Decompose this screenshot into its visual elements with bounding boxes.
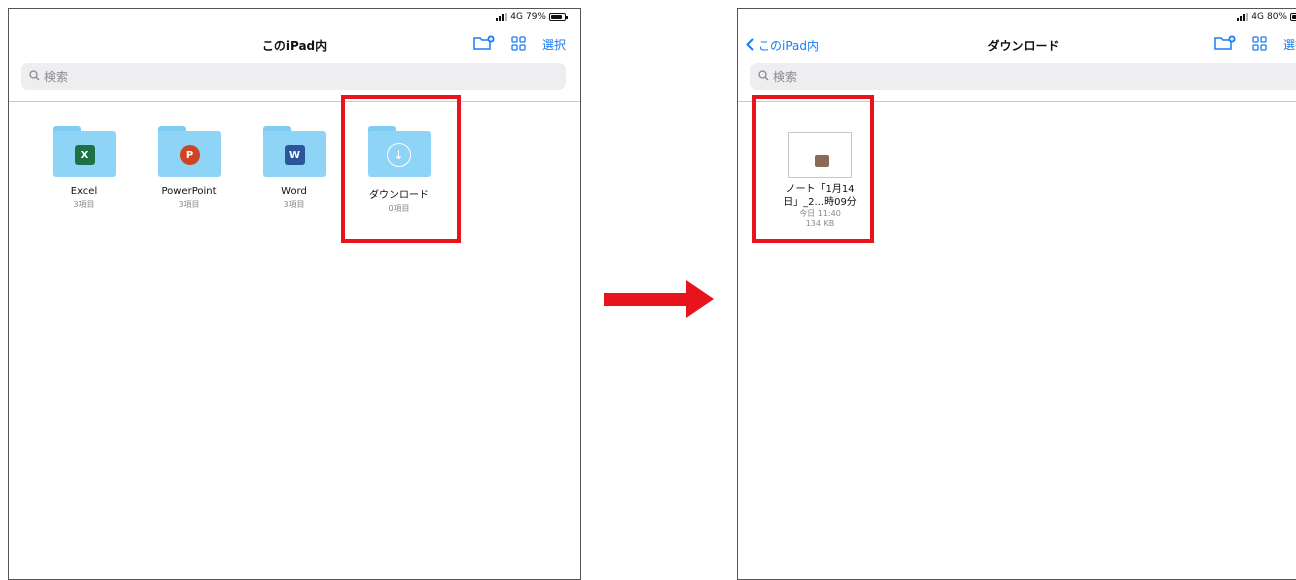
search-field[interactable]: 検索 [21,63,566,90]
word-icon: W [284,145,305,165]
folder-powerpoint[interactable]: P PowerPoint 3項目 [141,124,237,210]
folder-icon: W [262,126,326,177]
folder-excel[interactable]: X Excel 3項目 [36,124,132,210]
folder-count: 3項目 [73,200,95,209]
search-placeholder: 検索 [773,70,798,84]
folder-icon: P [157,126,221,177]
folder-grid: X Excel 3項目 P PowerPoint 3項目 W Word 3項目 … [9,124,580,244]
folder-name: PowerPoint [161,186,217,197]
network-label: 4G [1251,12,1264,22]
network-label: 4G [510,12,523,22]
folder-icon: X [52,126,116,177]
signal-icon [496,13,508,21]
highlight-box-file [752,95,874,243]
nav-bar: このiPad内 選択 [9,31,580,61]
page-title: ダウンロード [987,39,1060,53]
folder-name: Word [281,186,307,197]
battery-icon [549,13,568,21]
folder-word[interactable]: W Word 3項目 [246,124,342,210]
divider [9,101,580,102]
battery-icon [1290,13,1296,21]
status-bar: 4G 80% [1237,12,1296,22]
search-icon [758,69,769,84]
folder-count: 3項目 [283,200,305,209]
status-bar: 4G 79% [496,12,568,22]
folder-count: 3項目 [178,200,200,209]
search-placeholder: 検索 [44,70,69,84]
powerpoint-icon: P [179,145,200,165]
excel-icon: X [74,145,95,165]
battery-percent: 79% [525,12,546,22]
highlight-box-downloads [341,95,461,243]
grid-view-icon[interactable] [511,35,526,54]
search-icon [29,69,40,84]
folder-name: Excel [70,186,98,197]
ipad-screen-after: 4G 80% このiPad内 ダウンロード 選択 検索 [737,8,1296,580]
ipad-screen-before: 4G 79% このiPad内 選択 検索 X Excel 3項目 P Power… [8,8,581,580]
select-button[interactable]: 選択 [1283,36,1296,53]
battery-percent: 80% [1266,12,1287,22]
search-field[interactable]: 検索 [750,63,1296,90]
arrow-right-icon [604,279,714,323]
select-button[interactable]: 選択 [542,36,566,53]
nav-bar: このiPad内 ダウンロード 選択 [738,31,1296,61]
new-folder-icon[interactable] [1214,35,1236,54]
signal-icon [1237,13,1249,21]
new-folder-icon[interactable] [473,35,495,54]
grid-view-icon[interactable] [1252,35,1267,54]
